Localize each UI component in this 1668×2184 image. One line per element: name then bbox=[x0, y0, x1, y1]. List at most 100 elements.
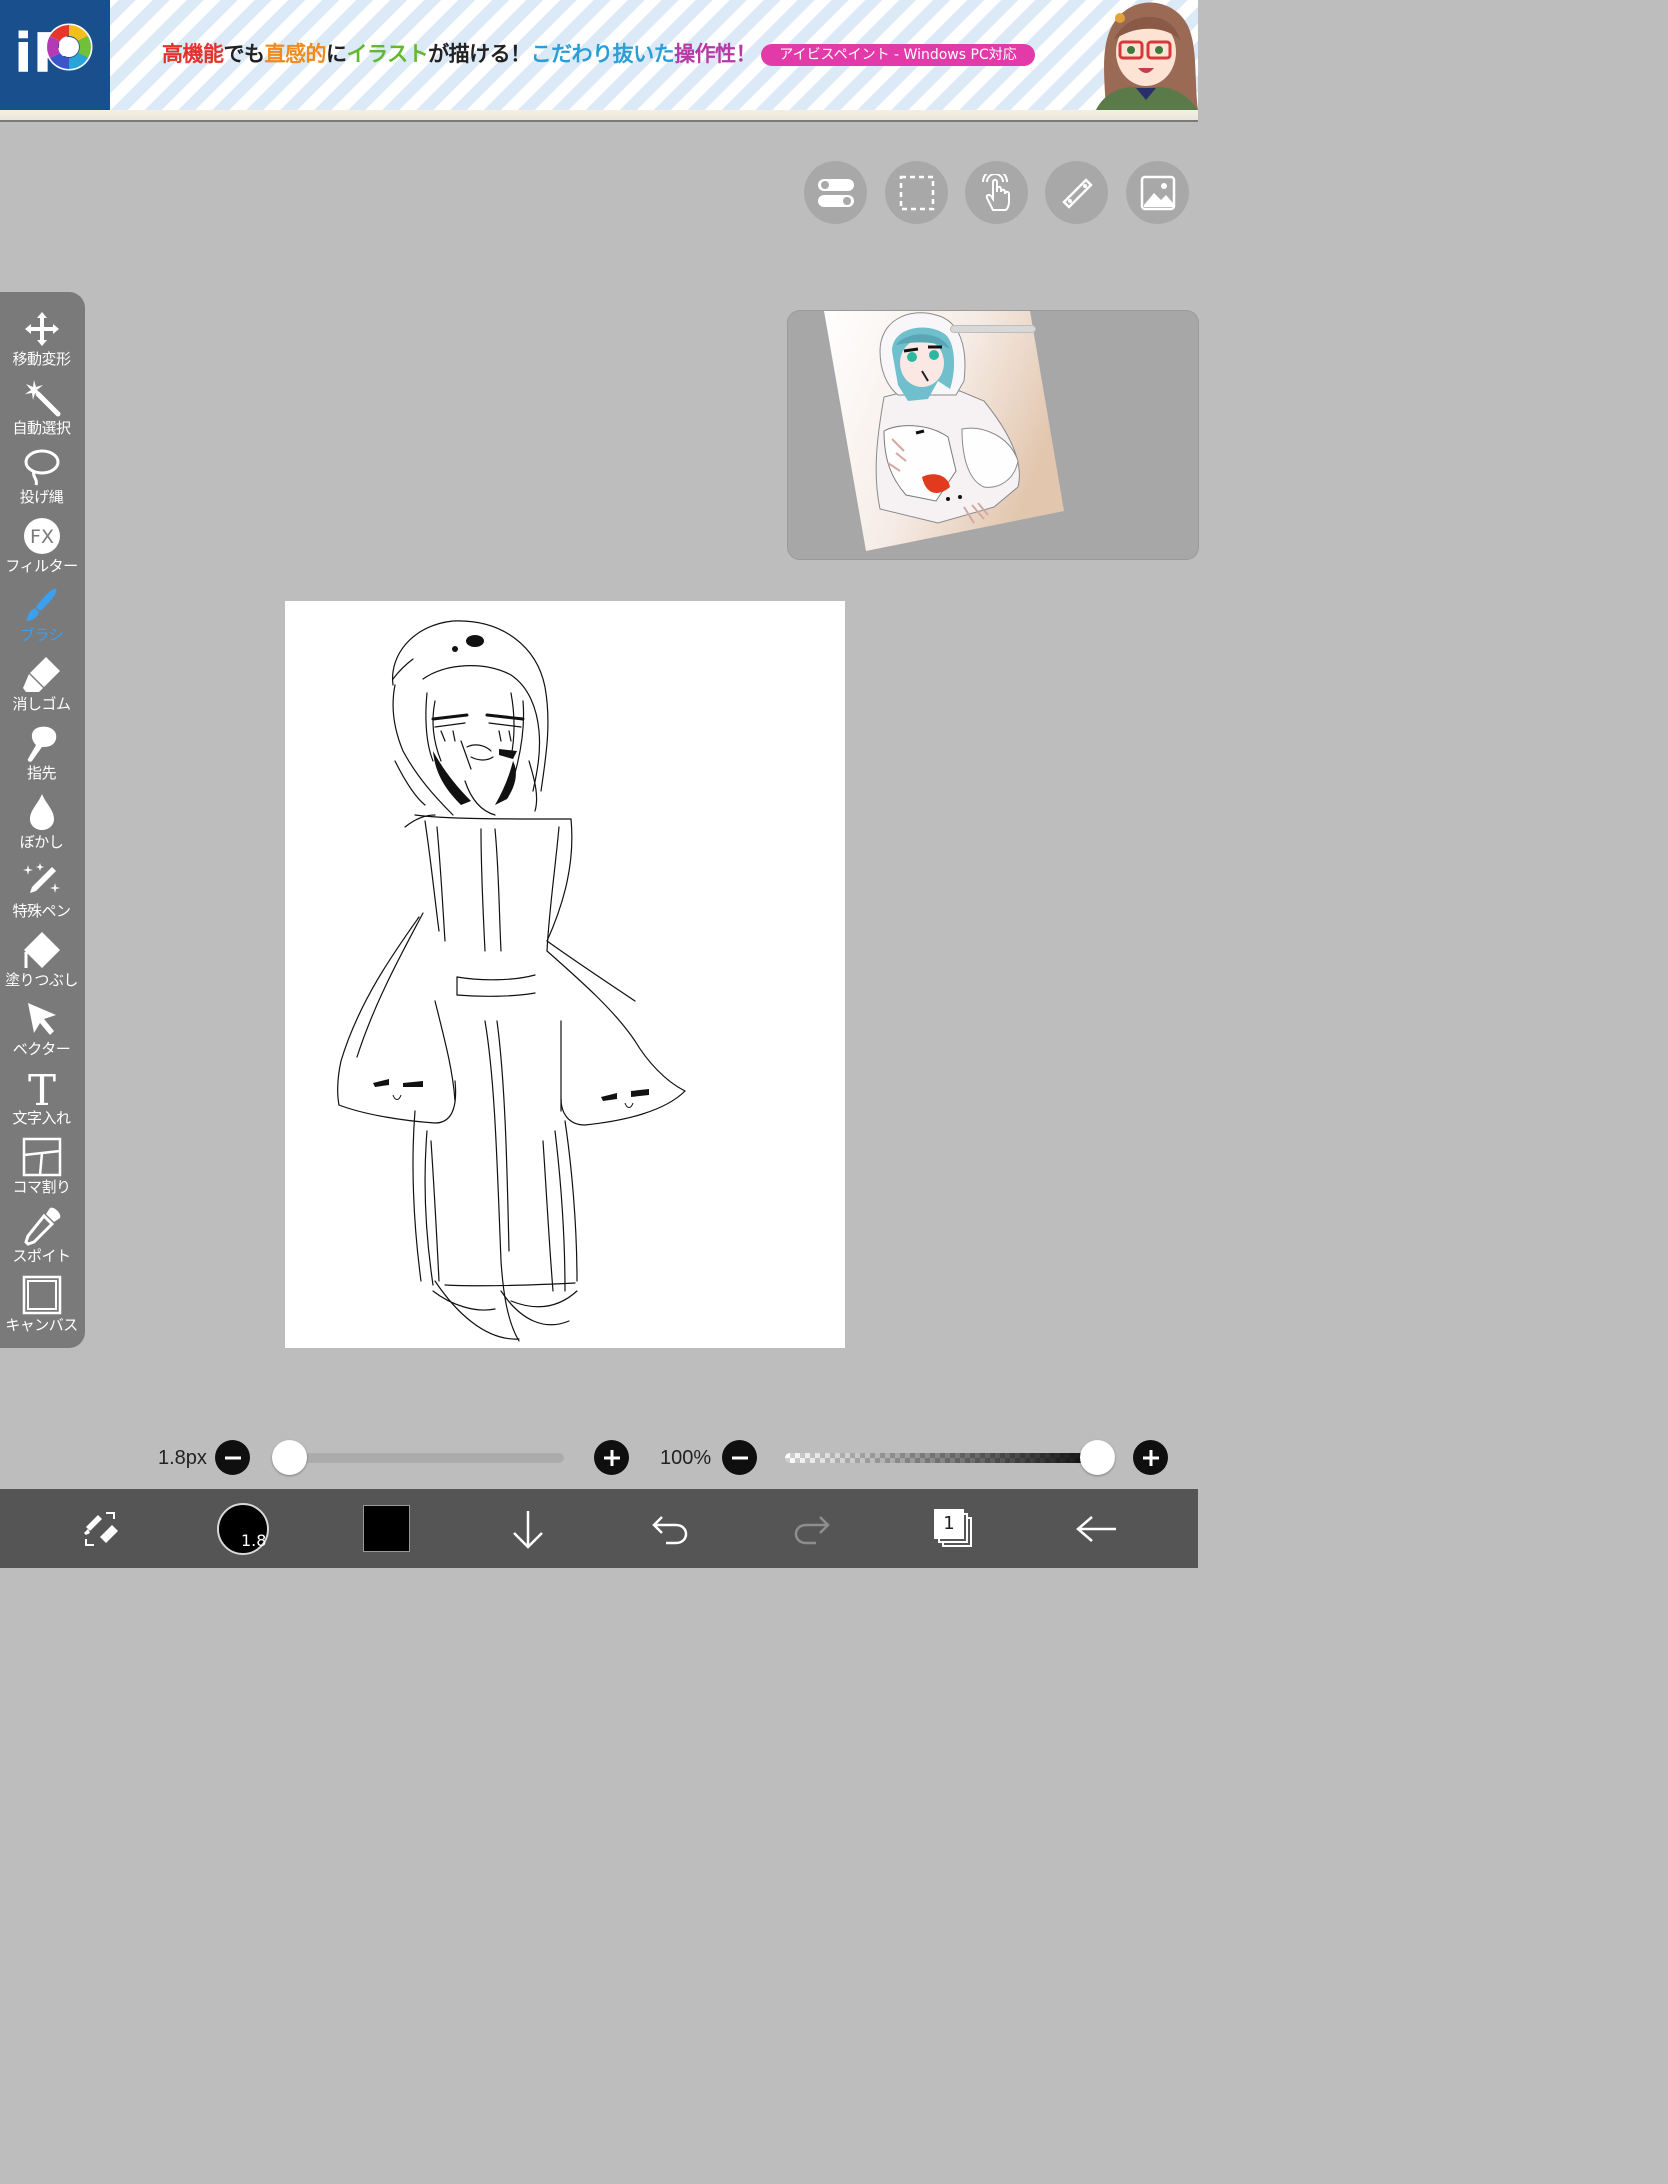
tool-lasso[interactable]: 投げ縄 bbox=[0, 442, 83, 511]
ruler-button[interactable] bbox=[1045, 161, 1108, 224]
ad-headline-text: に bbox=[326, 42, 347, 66]
reference-image-button[interactable] bbox=[1126, 161, 1189, 224]
finger-smudge-icon bbox=[22, 722, 62, 764]
tool-label: ベクター bbox=[12, 1040, 71, 1058]
tool-label: 特殊ペン bbox=[12, 902, 71, 920]
opacity-increase-button[interactable] bbox=[1133, 1440, 1168, 1475]
color-swatch-button[interactable] bbox=[356, 1489, 416, 1568]
frame-divider-icon bbox=[22, 1136, 62, 1178]
tool-canvas[interactable]: キャンバス bbox=[0, 1270, 83, 1339]
tool-label: コマ割り bbox=[12, 1178, 71, 1196]
mascot-character-image bbox=[1096, 2, 1198, 110]
opacity-decrease-button[interactable] bbox=[722, 1440, 757, 1475]
magic-wand-icon bbox=[22, 377, 62, 419]
tool-vector[interactable]: ベクター bbox=[0, 994, 83, 1063]
tool-label: スポイト bbox=[12, 1247, 71, 1265]
layer-count: 1 bbox=[934, 1508, 964, 1539]
brush-size-decrease-button[interactable] bbox=[215, 1440, 250, 1475]
tool-eraser[interactable]: 消しゴム bbox=[0, 649, 83, 718]
brush-size-slider[interactable] bbox=[272, 1453, 564, 1463]
ad-headline-text: 直感的 bbox=[264, 42, 327, 66]
opacity-slider-thumb[interactable] bbox=[1080, 1440, 1115, 1475]
layers-icon: 1 bbox=[934, 1508, 974, 1549]
plus-icon bbox=[1142, 1449, 1159, 1466]
navigator-preview-image bbox=[824, 311, 1064, 551]
tool-frame-divider[interactable]: コマ割り bbox=[0, 1132, 83, 1201]
brush-preview-circle: 1.8 bbox=[217, 1502, 269, 1555]
brush-opacity-value: 100% bbox=[660, 1447, 712, 1469]
tool-blur[interactable]: ぼかし bbox=[0, 787, 83, 856]
eraser-icon bbox=[22, 653, 62, 695]
brush-icon bbox=[22, 584, 62, 626]
opacity-slider[interactable] bbox=[785, 1453, 1115, 1463]
canvas-icon bbox=[22, 1274, 62, 1316]
arrow-down-icon bbox=[513, 1510, 543, 1549]
ad-headline: 高機能でも直感的にイラストが描ける！こだわり抜いた操作性！ bbox=[162, 38, 757, 68]
brush-preview-size: 1.8 bbox=[241, 1530, 267, 1550]
navigator-drag-handle[interactable] bbox=[950, 325, 1036, 333]
text-icon-glyph: T bbox=[27, 1067, 55, 1109]
selection-button[interactable] bbox=[885, 161, 948, 224]
fx-icon-text: FX bbox=[30, 526, 54, 548]
current-color-swatch bbox=[362, 1505, 410, 1552]
tool-finger[interactable]: 指先 bbox=[0, 718, 83, 787]
brush-size-value: 1.8px bbox=[158, 1447, 207, 1469]
ad-headline-text: でも bbox=[223, 42, 266, 66]
tool-label: 塗りつぶし bbox=[5, 971, 78, 989]
ad-banner[interactable]: iP 高機能でも直感的にイラストが描ける！こだわり抜いた操作性！ アイビスペイン… bbox=[0, 0, 1198, 110]
ad-headline-text: こだわり抜いた bbox=[530, 42, 675, 66]
text-tool-icon: T bbox=[22, 1067, 62, 1109]
ruler-icon bbox=[1061, 177, 1093, 209]
touch-gesture-icon bbox=[981, 173, 1010, 211]
drawing-canvas[interactable] bbox=[285, 601, 845, 1348]
selection-icon bbox=[899, 175, 934, 210]
tool-move-transform[interactable]: 移動変形 bbox=[0, 304, 83, 373]
touch-gesture-button[interactable] bbox=[965, 161, 1028, 224]
eyedropper-icon bbox=[22, 1205, 62, 1247]
tool-label: 文字入れ bbox=[12, 1109, 71, 1127]
back-button[interactable] bbox=[1066, 1489, 1126, 1568]
move-transform-icon bbox=[22, 308, 62, 350]
banner-divider bbox=[0, 110, 1198, 124]
tool-label: 投げ縄 bbox=[19, 488, 64, 506]
ad-headline-text: が描ける！ bbox=[428, 42, 531, 66]
tool-fill[interactable]: 塗りつぶし bbox=[0, 925, 83, 994]
tool-label: ブラシ bbox=[19, 626, 64, 644]
fill-bucket-icon bbox=[22, 929, 62, 971]
tool-brush[interactable]: ブラシ bbox=[0, 580, 83, 649]
app-screen: iP 高機能でも直感的にイラストが描ける！こだわり抜いた操作性！ アイビスペイン… bbox=[0, 0, 1198, 1568]
tool-label: キャンバス bbox=[5, 1316, 78, 1334]
brush-preview-button[interactable]: 1.8 bbox=[212, 1489, 274, 1568]
redo-icon bbox=[794, 1515, 830, 1544]
tool-special-pen[interactable]: 特殊ペン bbox=[0, 856, 83, 925]
sketch-artwork bbox=[337, 620, 686, 1342]
brush-size-slider-thumb[interactable] bbox=[272, 1440, 307, 1475]
layers-button[interactable]: 1 bbox=[924, 1489, 984, 1568]
ad-headline-text: イラスト bbox=[346, 42, 429, 66]
undo-icon bbox=[652, 1515, 688, 1544]
tool-text[interactable]: T 文字入れ bbox=[0, 1063, 83, 1132]
undo-button[interactable] bbox=[640, 1489, 700, 1568]
tool-filter[interactable]: FX フィルター bbox=[0, 511, 83, 580]
navigator-panel[interactable] bbox=[788, 311, 1198, 559]
import-button[interactable] bbox=[498, 1489, 558, 1568]
brush-eraser-swap-icon bbox=[84, 1511, 118, 1546]
ad-headline-text: 高機能 bbox=[162, 42, 224, 66]
lasso-icon bbox=[22, 446, 62, 488]
brush-size-increase-button[interactable] bbox=[594, 1440, 629, 1475]
special-pen-icon bbox=[22, 860, 62, 902]
tool-magic-wand[interactable]: 自動選択 bbox=[0, 373, 83, 442]
plus-icon bbox=[603, 1449, 620, 1466]
tool-swap-button[interactable] bbox=[70, 1489, 130, 1568]
tool-label: ぼかし bbox=[19, 833, 64, 851]
reference-image-icon bbox=[1140, 175, 1175, 210]
tool-eyedropper[interactable]: スポイト bbox=[0, 1201, 83, 1270]
tool-label: 指先 bbox=[26, 764, 57, 782]
tool-palette: 移動変形 自動選択 投げ縄 FX フィルター ブラシ 消しゴム 指先 ぼかし 特… bbox=[0, 292, 85, 1348]
tool-label: フィルター bbox=[5, 557, 78, 575]
toggle-button[interactable] bbox=[804, 161, 867, 224]
redo-button[interactable] bbox=[782, 1489, 842, 1568]
toggle-icon bbox=[817, 178, 854, 207]
minus-icon bbox=[731, 1456, 748, 1459]
bottom-action-bar: 1.8 1 bbox=[0, 1489, 1198, 1568]
